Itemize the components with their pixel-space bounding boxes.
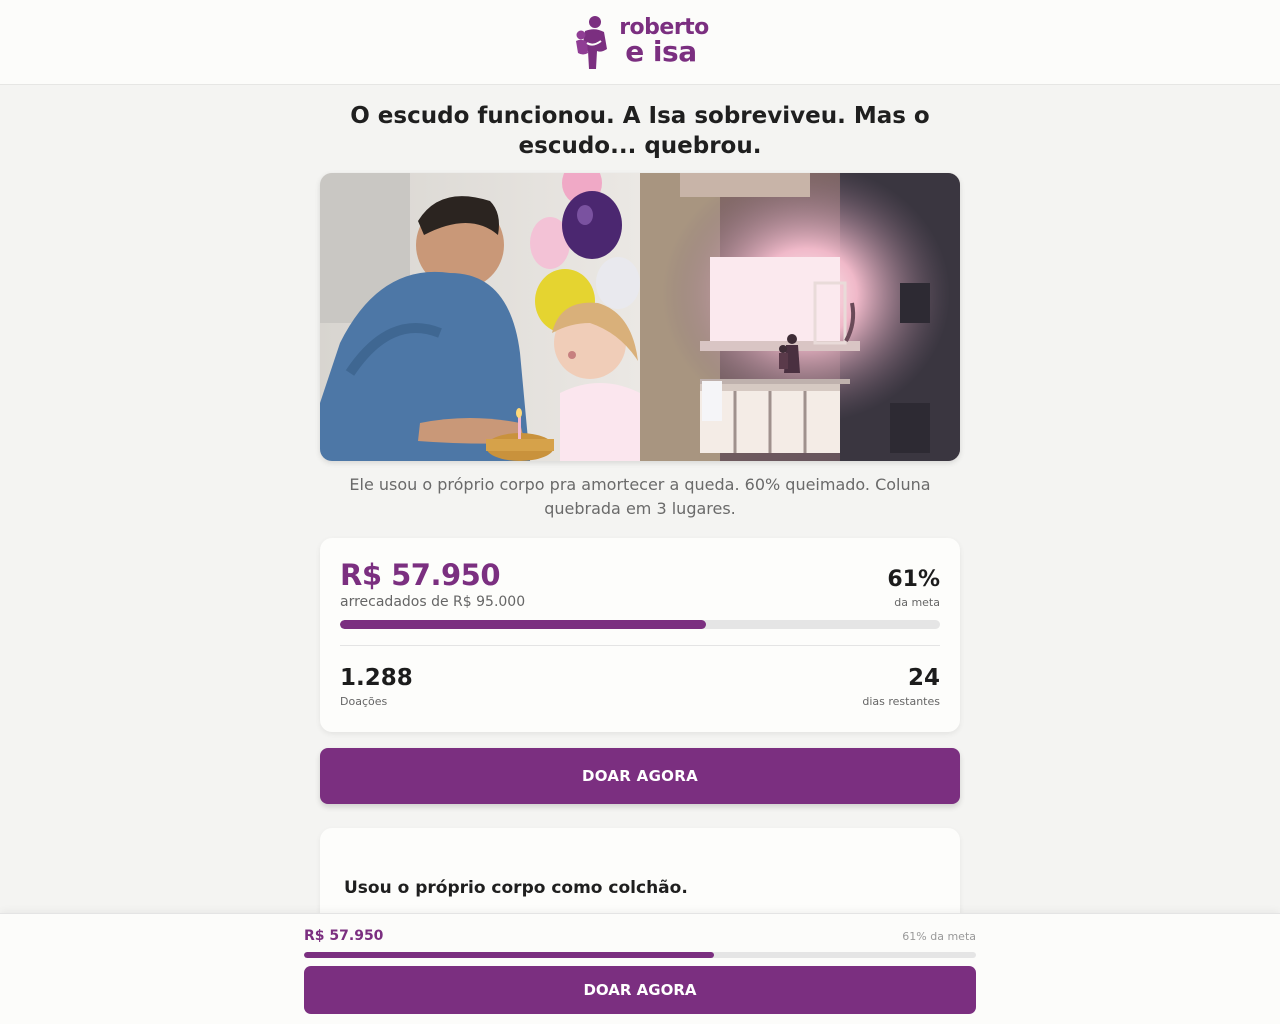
hero-image [320, 173, 960, 461]
brand-line2: e isa [625, 35, 697, 69]
goal-percent-label: da meta [894, 596, 940, 609]
stats-divider [340, 645, 940, 646]
brand-logo[interactable]: roberto e isa [571, 13, 709, 71]
donations-count: 1.288 [340, 665, 413, 691]
sticky-donate-now-button[interactable]: DOAR AGORA [304, 966, 976, 1014]
progress-bar [340, 620, 940, 629]
sticky-progress-bar [304, 952, 976, 958]
birthday-photo [320, 173, 640, 461]
sticky-amount-raised: R$ 57.950 [304, 928, 384, 944]
progress-bar-fill [340, 620, 706, 629]
sticky-donate-bar: R$ 57.950 61% da meta DOAR AGORA [0, 913, 1280, 1024]
fundraising-stats-card: R$ 57.950 arrecadados de R$ 95.000 61% d… [320, 538, 960, 732]
campaign-main: O escudo funcionou. A Isa sobreviveu. Ma… [320, 85, 960, 948]
days-remaining: 24 [907, 665, 940, 691]
site-header: roberto e isa [0, 0, 1280, 85]
donate-now-button[interactable]: DOAR AGORA [320, 748, 960, 804]
sticky-goal-percent: 61% da meta [902, 930, 976, 943]
story-title: Usou o próprio corpo como colchão. [344, 878, 688, 898]
donations-label: Doações [340, 695, 388, 708]
father-daughter-logo-icon [576, 16, 608, 69]
goal-label: arrecadados de R$ 95.000 [340, 594, 526, 610]
hero-caption: Ele usou o próprio corpo pra amortecer a… [349, 475, 931, 518]
goal-percent: 61% [887, 567, 940, 592]
fire-rescue-photo [640, 173, 960, 461]
brand-name: roberto e isa [619, 17, 709, 69]
sticky-progress-bar-fill [304, 952, 714, 958]
days-remaining-label: dias restantes [862, 695, 940, 708]
amount-raised: R$ 57.950 [340, 558, 501, 592]
campaign-headline: O escudo funcionou. A Isa sobreviveu. Ma… [350, 103, 930, 159]
